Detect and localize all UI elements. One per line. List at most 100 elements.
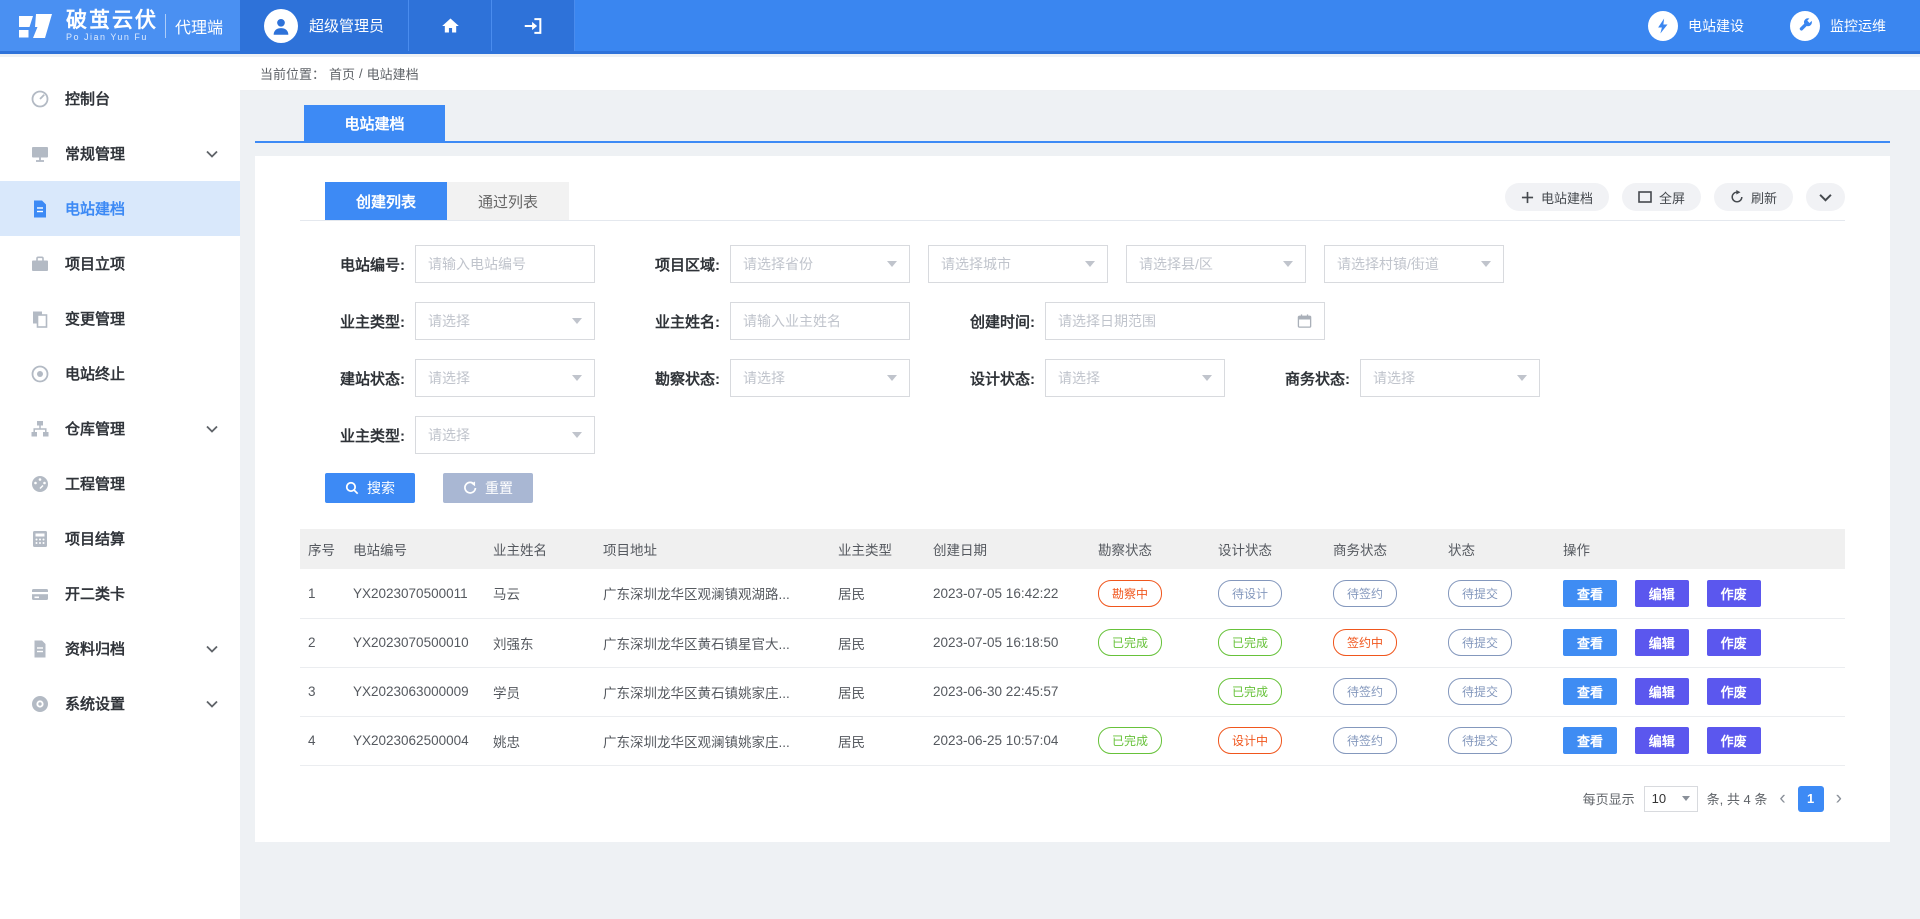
sign-out-icon: [522, 15, 544, 37]
cell-index: 2: [300, 618, 345, 667]
view-button[interactable]: 查看: [1563, 678, 1617, 705]
field-label: 创建时间:: [955, 311, 1035, 332]
search-button[interactable]: 搜索: [325, 473, 415, 503]
sidebar-item-engineering-mgmt[interactable]: 工程管理: [0, 456, 240, 511]
design-status-select[interactable]: 请选择: [1045, 359, 1225, 397]
view-button[interactable]: 查看: [1563, 629, 1617, 656]
sidebar-item-project-initiation[interactable]: 项目立项: [0, 236, 240, 291]
edit-button[interactable]: 编辑: [1635, 629, 1689, 656]
void-button[interactable]: 作废: [1707, 678, 1761, 705]
cell-type: 居民: [830, 569, 925, 618]
lightning-icon: [1648, 11, 1678, 41]
reset-button[interactable]: 重置: [443, 473, 533, 503]
logout-button[interactable]: [492, 0, 575, 51]
user-menu[interactable]: 超级管理员: [240, 0, 409, 51]
field-label: 建站状态:: [325, 368, 405, 389]
void-button[interactable]: 作废: [1707, 629, 1761, 656]
sidebar-item-general-mgmt[interactable]: 常规管理: [0, 126, 240, 181]
fullscreen-button[interactable]: 全屏: [1622, 183, 1701, 211]
tabs-row: 创建列表 通过列表 电站建档 全屏 刷新: [300, 182, 1845, 221]
filter-owner-type-2: 业主类型: 请选择: [325, 416, 595, 454]
business-status-select[interactable]: 请选择: [1360, 359, 1540, 397]
void-button[interactable]: 作废: [1707, 580, 1761, 607]
survey-status-select[interactable]: 请选择: [730, 359, 910, 397]
select-placeholder: 请选择: [1373, 368, 1517, 388]
home-button[interactable]: [409, 0, 492, 51]
view-button[interactable]: 查看: [1563, 580, 1617, 607]
create-station-button[interactable]: 电站建档: [1505, 183, 1609, 211]
brand-name: 破茧云伏: [66, 9, 158, 32]
calendar-icon: [1297, 313, 1312, 329]
town-select[interactable]: 请选择村镇/街道: [1324, 245, 1504, 283]
prev-page-button[interactable]: ‹: [1776, 789, 1788, 808]
owner-type-2-select[interactable]: 请选择: [415, 416, 595, 454]
edit-button[interactable]: 编辑: [1635, 678, 1689, 705]
chevron-down-icon: [206, 645, 218, 653]
avatar: [264, 9, 298, 43]
collapse-toolbar-button[interactable]: [1806, 183, 1845, 211]
user-icon: [270, 15, 292, 37]
cell-code: YX2023063000009: [345, 667, 485, 716]
content-card: 创建列表 通过列表 电站建档 全屏 刷新: [255, 156, 1890, 842]
per-page-value: 10: [1652, 791, 1666, 806]
breadcrumb-separator: /: [359, 66, 363, 81]
main-content: 当前位置： 首页 / 电站建档 电站建档 创建列表 通过列表 电站建档 全屏: [240, 57, 1920, 919]
edit-button[interactable]: 编辑: [1635, 580, 1689, 607]
sidebar-item-warehouse-mgmt[interactable]: 仓库管理: [0, 401, 240, 456]
sidebar-item-label: 电站建档: [65, 198, 125, 219]
table-row: 2 YX2023070500010 刘强东 广东深圳龙华区黄石镇星官大... 居…: [300, 618, 1845, 667]
per-page-select[interactable]: 10: [1644, 786, 1698, 812]
field-label: 电站编号:: [325, 254, 405, 275]
status-badge: 待提交: [1448, 727, 1512, 754]
refresh-button[interactable]: 刷新: [1714, 183, 1793, 211]
date-range-input[interactable]: [1058, 313, 1297, 329]
tab-passed-list[interactable]: 通过列表: [447, 182, 569, 220]
cell-address: 广东深圳龙华区黄石镇星官大...: [595, 618, 830, 667]
per-page-label: 每页显示: [1583, 789, 1635, 808]
tab-create-list[interactable]: 创建列表: [325, 182, 447, 220]
sidebar-item-open-card[interactable]: 开二类卡: [0, 566, 240, 621]
edit-button[interactable]: 编辑: [1635, 727, 1689, 754]
reset-icon: [463, 481, 477, 495]
sidebar-item-console[interactable]: 控制台: [0, 71, 240, 126]
station-no-input[interactable]: [428, 256, 582, 272]
date-range-picker[interactable]: [1045, 302, 1325, 340]
design-status-badge: 设计中: [1218, 727, 1282, 754]
sidebar-item-station-archive[interactable]: 电站建档: [0, 181, 240, 236]
next-page-button[interactable]: ›: [1833, 789, 1845, 808]
filter-survey-status: 勘察状态: 请选择: [640, 359, 910, 397]
cell-type: 居民: [830, 667, 925, 716]
breadcrumb-home-link[interactable]: 首页: [329, 64, 355, 83]
sidebar-item-project-settlement[interactable]: 项目结算: [0, 511, 240, 566]
sidebar-item-label: 变更管理: [65, 308, 125, 329]
city-select[interactable]: 请选择城市: [928, 245, 1108, 283]
filter-owner-type: 业主类型: 请选择: [325, 302, 595, 340]
province-select[interactable]: 请选择省份: [730, 245, 910, 283]
sidebar-item-data-archive[interactable]: 资料归档: [0, 621, 240, 676]
sidebar-item-system-settings[interactable]: 系统设置: [0, 676, 240, 731]
nav-station-build[interactable]: 电站建设: [1648, 11, 1744, 41]
view-button[interactable]: 查看: [1563, 727, 1617, 754]
sidebar-item-station-termination[interactable]: 电站终止: [0, 346, 240, 401]
filter-create-time: 创建时间:: [955, 302, 1325, 340]
owner-name-input[interactable]: [743, 313, 897, 329]
status-badge: 待提交: [1448, 678, 1512, 705]
build-status-select[interactable]: 请选择: [415, 359, 595, 397]
page-tab-station-archive[interactable]: 电站建档: [304, 105, 445, 141]
field-label: 业主姓名:: [640, 311, 720, 332]
nav-monitor-ops[interactable]: 监控运维: [1790, 11, 1886, 41]
total-count-label: 条, 共 4 条: [1707, 789, 1768, 808]
filter-row-3: 建站状态: 请选择 勘察状态: 请选择 设计: [325, 359, 1845, 397]
county-select[interactable]: 请选择县/区: [1126, 245, 1306, 283]
business-status-badge: 待签约: [1333, 580, 1397, 607]
cell-index: 3: [300, 667, 345, 716]
business-status-badge: 待签约: [1333, 678, 1397, 705]
plus-icon: [1521, 191, 1534, 204]
sidebar-item-change-mgmt[interactable]: 变更管理: [0, 291, 240, 346]
void-button[interactable]: 作废: [1707, 727, 1761, 754]
refresh-icon: [1730, 190, 1744, 204]
caret-down-icon: [887, 375, 897, 381]
owner-type-select[interactable]: 请选择: [415, 302, 595, 340]
station-no-input-wrap: [415, 245, 595, 283]
page-number-current[interactable]: 1: [1798, 786, 1824, 812]
